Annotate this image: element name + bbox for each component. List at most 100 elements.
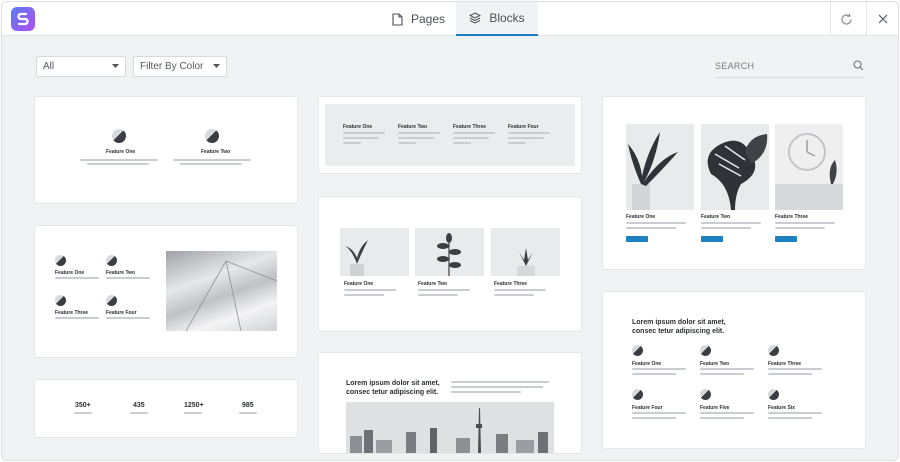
category-select[interactable]: All bbox=[36, 56, 126, 77]
text-line bbox=[775, 227, 825, 229]
block-heading-line: Lorem ipsum dolor sit amet, bbox=[346, 380, 440, 387]
text-line bbox=[418, 294, 458, 296]
block-card-features-image[interactable]: Feature One Feature Two Feature Three Fe… bbox=[35, 226, 297, 357]
feature-title: Feature Six bbox=[768, 405, 795, 411]
stat-value: 350+ bbox=[75, 402, 91, 409]
feature-title: Feature Three bbox=[55, 310, 89, 316]
search-input[interactable]: SEARCH bbox=[715, 56, 865, 78]
text-line bbox=[184, 412, 202, 414]
text-line bbox=[106, 317, 150, 319]
block-panel bbox=[325, 104, 575, 166]
feature-icon bbox=[205, 129, 219, 143]
feature-icon bbox=[112, 129, 126, 143]
color-filter-select[interactable]: Filter By Color bbox=[133, 56, 227, 77]
tab-blocks[interactable]: Blocks bbox=[456, 2, 538, 36]
feature-title: Feature Two bbox=[106, 270, 136, 276]
close-button[interactable] bbox=[866, 2, 898, 36]
text-line bbox=[343, 132, 385, 134]
text-line bbox=[494, 289, 546, 291]
plant-illustration bbox=[628, 132, 678, 210]
text-line bbox=[632, 412, 686, 414]
architecture-lines bbox=[185, 260, 277, 331]
block-card-features-two[interactable]: Feature One Feature Two bbox=[35, 97, 297, 203]
plant-illustration bbox=[345, 240, 368, 276]
chevron-down-icon bbox=[112, 64, 119, 68]
text-line bbox=[768, 368, 822, 370]
text-line bbox=[80, 159, 158, 161]
city-skyline-image bbox=[346, 402, 554, 453]
app-logo bbox=[11, 7, 35, 31]
clock-illustration bbox=[775, 133, 843, 210]
text-line bbox=[55, 317, 99, 319]
feature-title: Feature One bbox=[106, 149, 136, 155]
text-line bbox=[418, 289, 470, 291]
feature-title: Feature One bbox=[344, 281, 374, 287]
text-line bbox=[700, 417, 744, 419]
text-line bbox=[343, 137, 379, 139]
architecture-image bbox=[166, 251, 277, 331]
feature-title: Feature Two bbox=[398, 124, 428, 130]
block-heading: Lorem ipsum dolor sit amet, consec tetur… bbox=[346, 379, 440, 397]
feature-title: Feature One bbox=[632, 361, 662, 367]
text-line bbox=[626, 227, 676, 229]
text-line bbox=[626, 222, 686, 224]
text-line bbox=[768, 412, 822, 414]
feature-title: Feature One bbox=[626, 214, 656, 220]
text-line bbox=[768, 417, 812, 419]
feature-title: Feature Three bbox=[453, 124, 487, 130]
text-line bbox=[180, 163, 242, 165]
block-heading-line: consec tetur adipiscing elit. bbox=[632, 328, 725, 335]
block-button bbox=[701, 236, 723, 242]
feature-icon bbox=[768, 345, 779, 356]
text-line bbox=[451, 381, 549, 383]
text-line bbox=[508, 137, 544, 139]
feature-title: Feature Three bbox=[768, 361, 802, 367]
refresh-icon bbox=[841, 13, 852, 25]
tab-pages[interactable]: Pages bbox=[392, 2, 452, 36]
logo-s-icon bbox=[17, 12, 29, 26]
plant-illustration bbox=[437, 233, 461, 276]
color-filter-value: Filter By Color bbox=[140, 61, 204, 72]
text-line bbox=[494, 294, 534, 296]
text-line bbox=[344, 294, 384, 296]
plant-illustration bbox=[517, 248, 535, 276]
text-line bbox=[398, 142, 416, 144]
text-line bbox=[55, 277, 99, 279]
text-line bbox=[398, 137, 434, 139]
search-icon[interactable] bbox=[853, 60, 864, 71]
text-line bbox=[700, 373, 744, 375]
block-card-stats[interactable]: 350+ 435 1250+ 985 bbox=[35, 380, 297, 437]
stat-value: 435 bbox=[133, 402, 145, 409]
feature-icon bbox=[768, 389, 779, 400]
block-button bbox=[775, 236, 797, 242]
text-line bbox=[239, 412, 257, 414]
text-line bbox=[453, 137, 489, 139]
plant-image bbox=[415, 228, 484, 276]
tab-blocks-label: Blocks bbox=[489, 11, 525, 25]
plant-image bbox=[491, 228, 560, 276]
block-heading-line: Lorem ipsum dolor sit amet, bbox=[632, 319, 726, 326]
text-line bbox=[632, 373, 676, 375]
city-skyline bbox=[350, 408, 548, 453]
feature-title: Feature Four bbox=[508, 124, 539, 130]
block-card-plants-three[interactable]: Feature One Feature Two Feature Three bbox=[319, 197, 581, 331]
feature-title: Feature Three bbox=[775, 214, 809, 220]
feature-icon bbox=[632, 389, 643, 400]
block-card-features-six[interactable]: Lorem ipsum dolor sit amet, consec tetur… bbox=[603, 292, 865, 448]
block-card-hero-city[interactable]: Lorem ipsum dolor sit amet, consec tetur… bbox=[319, 353, 581, 453]
feature-title: Feature Two bbox=[201, 149, 231, 155]
feature-icon bbox=[106, 295, 117, 306]
block-card-features-four[interactable]: Feature One Feature Two Feature Three Fe… bbox=[319, 97, 581, 173]
text-line bbox=[398, 132, 440, 134]
refresh-button[interactable] bbox=[830, 2, 862, 36]
text-line bbox=[74, 412, 92, 414]
block-card-plants-buttons[interactable]: Feature One Feature Two Feature Three bbox=[603, 97, 865, 269]
block-heading: Lorem ipsum dolor sit amet, consec tetur… bbox=[632, 318, 726, 336]
plant-image bbox=[340, 228, 409, 276]
page-icon bbox=[392, 12, 403, 26]
text-line bbox=[451, 391, 521, 393]
text-line bbox=[451, 386, 543, 388]
feature-title: Feature One bbox=[55, 270, 85, 276]
feature-title: Feature Four bbox=[106, 310, 137, 316]
text-line bbox=[701, 222, 761, 224]
